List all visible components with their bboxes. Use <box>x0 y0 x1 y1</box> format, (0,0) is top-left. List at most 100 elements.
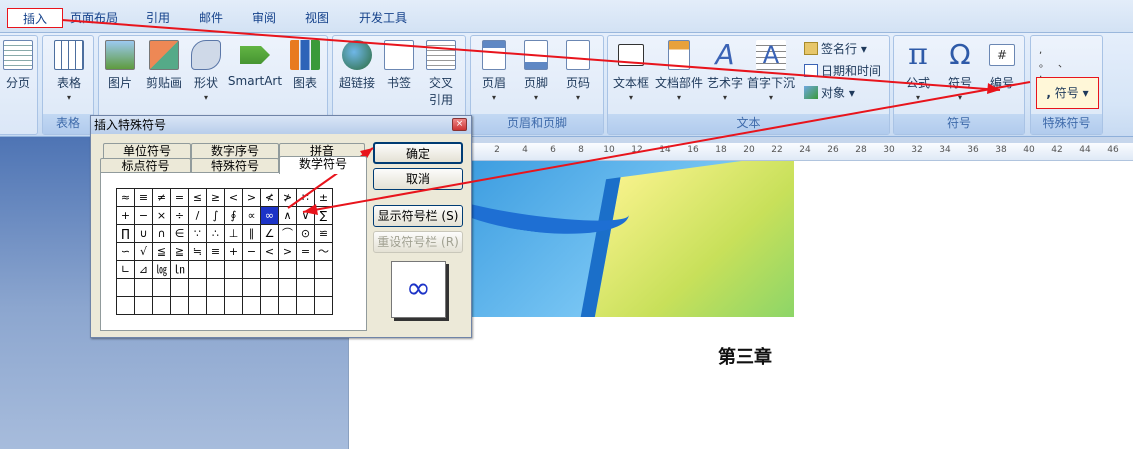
tab-references[interactable]: 引用 <box>138 8 178 28</box>
symbol-cell[interactable]: ± <box>314 188 333 207</box>
symbol-cell[interactable] <box>116 296 135 315</box>
page-number-button[interactable]: 页码 ▾ <box>559 40 597 102</box>
symbol-cell[interactable] <box>152 278 171 297</box>
symbol-cell[interactable] <box>206 296 225 315</box>
table-button[interactable]: 表格 ▾ <box>49 40 89 102</box>
tab-number-symbols[interactable]: 数字序号 <box>191 143 279 159</box>
numbering-button[interactable]: # 编号 <box>982 40 1022 91</box>
symbol-cell[interactable]: > <box>278 242 297 261</box>
symbol-cell[interactable] <box>314 260 333 279</box>
ok-button[interactable]: 确定 <box>373 142 463 164</box>
symbol-cell[interactable]: ≥ <box>206 188 225 207</box>
cancel-button[interactable]: 取消 <box>373 168 463 190</box>
footer-button[interactable]: 页脚 ▾ <box>517 40 555 102</box>
special-symbol-button[interactable]: , 符号 ▾ <box>1036 77 1099 109</box>
document-image[interactable] <box>470 161 794 317</box>
symbol-cell[interactable] <box>206 278 225 297</box>
symbol-cell[interactable]: ≠ <box>152 188 171 207</box>
hyperlink-button[interactable]: 超链接 <box>335 40 379 91</box>
symbol-cell[interactable]: ⌒ <box>278 224 297 243</box>
clipart-button[interactable]: 剪贴画 <box>141 40 187 91</box>
symbol-cell[interactable]: ∟ <box>116 260 135 279</box>
symbol-cell[interactable] <box>224 296 243 315</box>
symbol-button[interactable]: Ω 符号 ▾ <box>940 40 980 102</box>
symbol-cell[interactable] <box>314 296 333 315</box>
symbol-cell[interactable]: = <box>170 188 189 207</box>
signature-line-button[interactable]: 签名行 ▾ <box>804 40 867 57</box>
symbol-cell[interactable]: ∷ <box>296 188 315 207</box>
symbol-cell[interactable] <box>134 278 153 297</box>
horizontal-ruler[interactable]: 2 4 6 8 10 12 14 16 18 20 22 24 26 28 30 32 34 36 38 40 42 44… <box>470 143 1133 161</box>
symbol-cell[interactable] <box>152 296 171 315</box>
symbol-cell[interactable]: / <box>188 206 207 225</box>
symbol-cell[interactable]: ≡ <box>134 188 153 207</box>
symbol-cell[interactable]: ∵ <box>188 224 207 243</box>
symbol-cell[interactable]: ≦ <box>152 242 171 261</box>
symbol-cell[interactable]: ∞ <box>260 206 279 225</box>
symbol-cell[interactable]: ∫ <box>206 206 225 225</box>
tab-review[interactable]: 审阅 <box>244 8 284 28</box>
close-button[interactable]: × <box>452 118 467 131</box>
symbol-cell[interactable] <box>224 278 243 297</box>
symbol-cell[interactable]: √ <box>134 242 153 261</box>
symbol-cell[interactable] <box>296 278 315 297</box>
symbol-cell[interactable]: > <box>242 188 261 207</box>
symbol-cell[interactable]: = <box>296 242 315 261</box>
symbol-cell[interactable] <box>116 278 135 297</box>
symbol-cell[interactable]: + <box>116 206 135 225</box>
symbol-cell[interactable]: ⊿ <box>134 260 153 279</box>
page-break-button[interactable]: 分页 <box>2 40 34 91</box>
tab-math-symbols[interactable]: 数学符号 <box>279 156 367 174</box>
symbol-cell[interactable] <box>134 296 153 315</box>
crossref-button[interactable]: 交叉 引用 <box>421 40 461 108</box>
symbol-cell[interactable]: ∮ <box>224 206 243 225</box>
symbol-cell[interactable]: − <box>134 206 153 225</box>
reset-symbol-bar-button[interactable]: 重设符号栏 (R) <box>373 231 463 253</box>
symbol-cell[interactable]: ∝ <box>242 206 261 225</box>
symbol-cell[interactable] <box>278 260 297 279</box>
tab-insert[interactable]: 插入 <box>7 8 63 28</box>
wordart-button[interactable]: A 艺术字 ▾ <box>706 40 744 102</box>
symbol-cell[interactable]: ∴ <box>206 224 225 243</box>
symbol-cell[interactable]: ≒ <box>188 242 207 261</box>
symbol-cell[interactable]: ∨ <box>296 206 315 225</box>
symbol-cell[interactable]: ∧ <box>278 206 297 225</box>
symbol-cell[interactable]: ≡ <box>206 242 225 261</box>
tab-developer[interactable]: 开发工具 <box>352 8 414 28</box>
dialog-title-bar[interactable]: 插入特殊符号 <box>91 116 471 134</box>
symbol-cell[interactable]: ≈ <box>116 188 135 207</box>
symbol-cell[interactable] <box>206 260 225 279</box>
symbol-cell[interactable]: × <box>152 206 171 225</box>
symbol-cell[interactable] <box>278 278 297 297</box>
symbol-cell[interactable]: ÷ <box>170 206 189 225</box>
bookmark-button[interactable]: 书签 <box>381 40 417 91</box>
quickparts-button[interactable]: 文档部件 ▾ <box>654 40 704 102</box>
symbol-cell[interactable]: ≮ <box>260 188 279 207</box>
symbol-cell[interactable]: ～ <box>314 242 333 261</box>
symbol-cell[interactable] <box>242 260 261 279</box>
symbol-cell[interactable] <box>296 296 315 315</box>
symbol-cell[interactable] <box>242 278 261 297</box>
symbol-cell[interactable]: ≧ <box>170 242 189 261</box>
shapes-button[interactable]: 形状 ▾ <box>189 40 223 102</box>
symbol-cell[interactable]: ≤ <box>188 188 207 207</box>
tab-page-layout[interactable]: 页面布局 <box>65 8 123 28</box>
symbol-cell[interactable]: ∪ <box>134 224 153 243</box>
symbol-cell[interactable]: ∥ <box>242 224 261 243</box>
symbol-cell[interactable] <box>170 296 189 315</box>
symbol-cell[interactable]: ㏒ <box>152 260 171 279</box>
tab-view[interactable]: 视图 <box>297 8 337 28</box>
tab-unit-symbols[interactable]: 单位符号 <box>103 143 191 159</box>
show-symbol-bar-button[interactable]: 显示符号栏 (S) <box>373 205 463 227</box>
tab-mailings[interactable]: 邮件 <box>191 8 231 28</box>
symbol-cell[interactable]: ≌ <box>314 224 333 243</box>
datetime-button[interactable]: 日期和时间 <box>804 62 881 79</box>
symbol-cell[interactable]: ⊙ <box>296 224 315 243</box>
symbol-cell[interactable] <box>260 278 279 297</box>
symbol-cell[interactable] <box>224 260 243 279</box>
symbol-cell[interactable] <box>188 278 207 297</box>
symbol-cell[interactable]: ㏑ <box>170 260 189 279</box>
symbol-cell[interactable] <box>188 296 207 315</box>
equation-button[interactable]: π 公式 ▾ <box>898 40 938 102</box>
textbox-button[interactable]: 文本框 ▾ <box>610 40 652 102</box>
